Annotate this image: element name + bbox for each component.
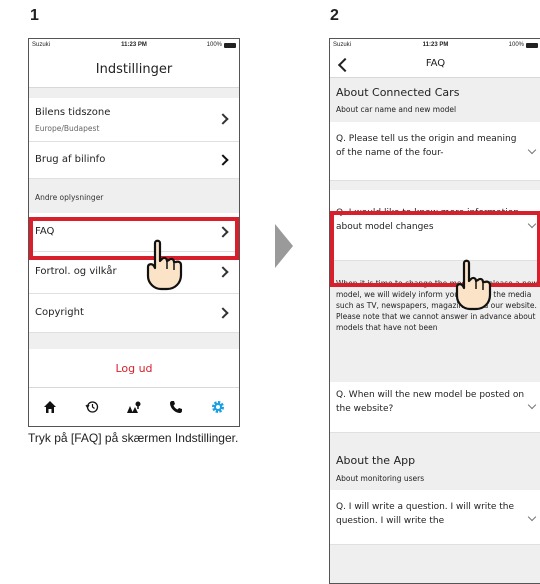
spacer (29, 88, 239, 98)
chevron-down-icon (527, 400, 537, 410)
chevron-right-icon (217, 266, 229, 278)
section-connected-cars: About Connected Cars About car name and … (330, 78, 540, 123)
battery-percent: 100% (508, 42, 524, 48)
status-bar: Suzuki 11:23 PM 100% (330, 39, 540, 53)
chevron-right-icon (217, 307, 229, 319)
nav-bar: FAQ (330, 53, 540, 78)
section-app-title: About the App (336, 454, 416, 467)
section-connected-title: About Connected Cars (336, 86, 460, 99)
privacy-label: Fortrol. og vilkår (35, 266, 117, 277)
section-header: Andre oplysninger (29, 179, 239, 213)
faq-item-1[interactable]: Q. Please tell us the origin and meaning… (330, 122, 540, 181)
faq-question-3: Q. When will the new model be posted on … (336, 390, 525, 414)
status-bar: Suzuki 11:23 PM 100% (29, 39, 239, 53)
page-title: FAQ (425, 58, 446, 69)
pointing-hand-icon (455, 259, 492, 311)
battery-percent: 100% (206, 42, 222, 48)
chevron-right-icon (217, 113, 229, 125)
gear-icon[interactable] (208, 397, 228, 417)
section-app: About the App About monitoring users (330, 446, 540, 490)
timezone-value: Europe/Budapest (35, 124, 100, 133)
highlight-frame (330, 211, 540, 287)
page-title: Indstillinger (95, 62, 173, 77)
nav-bar: Indstillinger (29, 53, 239, 88)
history-icon[interactable] (82, 397, 102, 417)
pointing-hand-icon (146, 239, 183, 291)
faq-item-3[interactable]: Q. When will the new model be posted on … (330, 382, 540, 433)
faq-screen: Suzuki 11:23 PM 100% FAQ About Connected… (329, 38, 540, 584)
faq-question-4: Q. I will write a question. I will write… (336, 502, 515, 526)
chevron-down-icon (527, 145, 537, 155)
faq-item-4[interactable]: Q. I will write a question. I will write… (330, 490, 540, 545)
section-other-label: Andre oplysninger (35, 193, 104, 202)
battery-icon (526, 42, 538, 48)
spacer (29, 333, 239, 349)
instruction-caption: Tryk på [FAQ] på skærmen Indstillinger. (28, 431, 239, 445)
battery-indicator: 100% (207, 42, 236, 48)
highlight-frame (29, 217, 239, 260)
chevron-right-icon (217, 154, 229, 166)
battery-indicator: 100% (509, 42, 538, 48)
chevron-down-icon (527, 512, 537, 522)
step-number-2: 2 (330, 7, 339, 24)
map-icon[interactable] (124, 397, 144, 417)
battery-icon (224, 42, 236, 48)
timezone-row[interactable]: Bilens tidszone Europe/Budapest (29, 98, 239, 142)
car-name-subheader: About car name and new model (336, 105, 457, 114)
copyright-row[interactable]: Copyright (29, 294, 239, 333)
timezone-label: Bilens tidszone (35, 107, 111, 118)
settings-screen: Suzuki 11:23 PM 100% Indstillinger Bilen… (28, 38, 240, 427)
faq-content: About Connected Cars About car name and … (330, 78, 540, 583)
phone-icon[interactable] (166, 397, 186, 417)
step-number-1: 1 (30, 7, 39, 24)
faq-question-1: Q. Please tell us the origin and meaning… (336, 134, 517, 158)
car-usage-row[interactable]: Brug af bilinfo (29, 142, 239, 179)
logout-button[interactable]: Log ud (29, 362, 239, 375)
arrow-right-icon (275, 224, 293, 268)
car-usage-label: Brug af bilinfo (35, 154, 106, 165)
copyright-label: Copyright (35, 307, 84, 318)
monitoring-subheader: About monitoring users (336, 474, 425, 483)
logout-row[interactable]: Log ud (29, 349, 239, 390)
tab-bar (29, 387, 239, 426)
home-icon[interactable] (40, 397, 60, 417)
